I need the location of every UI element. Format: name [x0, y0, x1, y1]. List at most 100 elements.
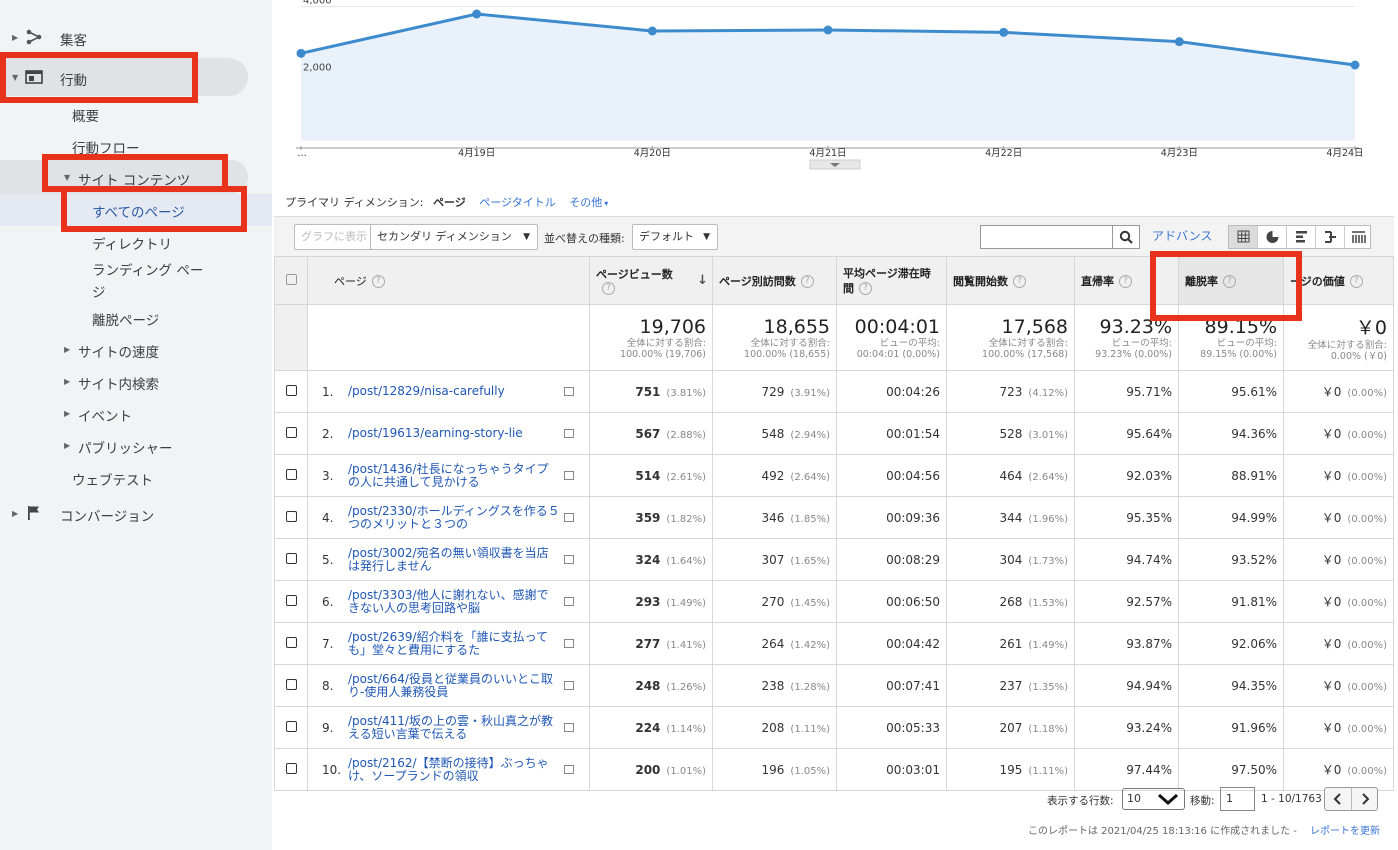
nav-site-speed[interactable]: サイトの速度 [78, 341, 159, 361]
open-external-icon[interactable] [564, 471, 574, 480]
view-pivot-button[interactable] [1345, 226, 1372, 248]
expand-publisher-icon[interactable]: ▶ [64, 441, 70, 450]
next-page-button[interactable] [1352, 788, 1378, 810]
row-page-link[interactable]: /post/664/役員と従業員のいいとこ取り-使用人兼務役員 [348, 672, 560, 699]
help-icon[interactable]: ? [1013, 275, 1026, 288]
open-external-icon[interactable] [564, 681, 574, 690]
sort-type-dropdown[interactable]: デフォルト ▼ [632, 224, 718, 250]
plot-rows-button[interactable]: グラフに表示 [294, 224, 374, 250]
prev-page-button[interactable] [1325, 788, 1352, 810]
nav-directory[interactable]: ディレクトリ [92, 233, 172, 253]
nav-events[interactable]: イベント [78, 405, 132, 425]
view-performance-button[interactable] [1287, 226, 1316, 248]
secondary-dimension-dropdown[interactable]: セカンダリ ディメンション ▼ [370, 224, 538, 250]
help-icon[interactable]: ? [371, 275, 385, 288]
expand-conversions-icon[interactable]: ▶ [12, 509, 18, 518]
open-external-icon[interactable] [564, 513, 574, 522]
row-page-value: ￥0 (0.00%) [1283, 412, 1394, 455]
row-checkbox[interactable] [285, 594, 297, 606]
table-row: 2. /post/19613/earning-story-lie 567 (2.88%… [274, 412, 1394, 455]
table-search-button[interactable] [1112, 225, 1140, 249]
chart-point[interactable] [999, 27, 1009, 37]
row-checkbox[interactable] [285, 636, 297, 648]
view-comparison-button[interactable] [1316, 226, 1345, 248]
row-checkbox[interactable] [285, 720, 297, 732]
row-checkbox[interactable] [285, 678, 297, 690]
expand-events-icon[interactable]: ▶ [64, 409, 70, 418]
open-external-icon[interactable] [564, 639, 574, 648]
row-checkbox[interactable] [285, 552, 297, 564]
row-page-link[interactable]: /post/3303/他人に謝れない、感謝できない人の思考回路や脳 [348, 588, 560, 615]
help-icon[interactable]: ? [602, 282, 615, 296]
help-icon[interactable]: ? [859, 282, 872, 295]
select-all-checkbox[interactable] [285, 273, 297, 285]
dimension-other-link[interactable]: その他 [569, 196, 602, 209]
open-external-icon[interactable] [564, 597, 574, 606]
row-checkbox[interactable] [285, 426, 297, 438]
row-checkbox[interactable] [285, 510, 297, 522]
help-icon[interactable]: ? [1119, 275, 1132, 288]
view-pie-button[interactable] [1258, 226, 1287, 248]
advanced-filter-link[interactable]: アドバンス [1152, 227, 1212, 244]
dimension-page-title-link[interactable]: ページタイトル [479, 196, 556, 209]
row-page-link[interactable]: /post/3002/宛名の無い領収書を当店は発行しません [348, 546, 560, 573]
chart-x-tick-label: … [297, 148, 307, 159]
bar-view-icon [1296, 231, 1307, 243]
row-pageviews: 514 (2.61%) [589, 454, 713, 497]
sidebar: ▶ 集客 ▼ 行動 概要 行動フロー ▼ サイト コンテンツ すべてのページ デ… [0, 0, 272, 850]
nav-acquisition[interactable]: 集客 [60, 29, 87, 49]
nav-landing-page-line1[interactable]: ランディング ペー [92, 259, 203, 279]
nav-exit-pages[interactable]: 離脱ページ [92, 309, 159, 329]
chart-point[interactable] [1350, 60, 1360, 70]
header-pageviews[interactable]: ページビュー数? ↓ [589, 256, 713, 305]
help-icon[interactable]: ? [1349, 275, 1363, 288]
nav-web-test[interactable]: ウェブテスト [72, 469, 153, 489]
row-page-cell: 5. /post/3002/宛名の無い領収書を当店は発行しません [307, 538, 590, 581]
row-page-cell: 1. /post/12829/nisa-carefully [307, 370, 590, 413]
expand-site-speed-icon[interactable]: ▶ [64, 345, 70, 354]
row-page-link[interactable]: /post/12829/nisa-carefully [348, 385, 560, 398]
header-page[interactable]: ページ? [307, 256, 590, 305]
nav-site-search[interactable]: サイト内検索 [78, 373, 159, 393]
chart-point[interactable] [1174, 37, 1184, 47]
row-page-link[interactable]: /post/19613/earning-story-lie [348, 427, 560, 440]
help-icon[interactable]: ? [800, 275, 814, 288]
header-unique-pageviews[interactable]: ページ別訪問数? [712, 256, 837, 305]
primary-dimension-current: ページ [432, 196, 466, 209]
row-checkbox[interactable] [285, 762, 297, 774]
rows-per-page-select[interactable]: 10 [1122, 788, 1185, 810]
refresh-report-link[interactable]: レポートを更新 [1310, 822, 1380, 837]
row-entrances: 304 (1.73%) [946, 538, 1075, 581]
chart-point[interactable] [647, 26, 657, 36]
view-table-button[interactable] [1229, 226, 1258, 248]
open-external-icon[interactable] [564, 723, 574, 732]
row-checkbox[interactable] [285, 384, 297, 396]
table-search-input[interactable] [980, 225, 1114, 249]
header-entrances[interactable]: 閲覧開始数? [946, 256, 1075, 305]
nav-overview[interactable]: 概要 [72, 105, 99, 125]
row-page-link[interactable]: /post/2330/ホールディングスを作る５つのメリットと３つの [348, 504, 560, 531]
row-page-link[interactable]: /post/411/坂の上の雲・秋山真之が教える短い言葉で伝える [348, 714, 560, 741]
chart-point[interactable] [823, 25, 833, 35]
row-page-link[interactable]: /post/2639/紹介料を「誰に支払っても」堂々と費用にするた [348, 630, 560, 657]
row-avg-time: 00:06:50 [836, 580, 947, 623]
row-page-link[interactable]: /post/2162/【禁断の接待】ぶっちゃけ、ソープランドの領収 [348, 756, 560, 783]
expand-site-search-icon[interactable]: ▶ [64, 377, 70, 386]
goto-page-input[interactable]: 1 [1220, 787, 1255, 811]
open-external-icon[interactable] [564, 429, 574, 439]
nav-landing-page-line2[interactable]: ジ [92, 281, 106, 301]
open-external-icon[interactable] [564, 387, 574, 397]
row-page-link[interactable]: /post/1436/社長になっちゃうタイプの人に共通して見かける [348, 462, 560, 489]
open-external-icon[interactable] [564, 555, 574, 564]
open-external-icon[interactable] [564, 765, 574, 774]
nav-publisher[interactable]: パブリッシャー [78, 437, 173, 457]
table-row: 10. /post/2162/【禁断の接待】ぶっちゃけ、ソープランドの領収 200(… [274, 748, 1394, 791]
chart-point[interactable] [296, 48, 306, 58]
expand-acquisition-icon[interactable]: ▶ [12, 33, 18, 42]
row-checkbox[interactable] [285, 468, 297, 480]
sort-desc-icon[interactable]: ↓ [697, 273, 708, 288]
header-avg-time[interactable]: 平均ページ滞在時間? [836, 256, 947, 305]
chart-point[interactable] [472, 9, 482, 19]
chevron-right-icon [1362, 793, 1370, 805]
nav-conversions[interactable]: コンバージョン [60, 505, 154, 525]
